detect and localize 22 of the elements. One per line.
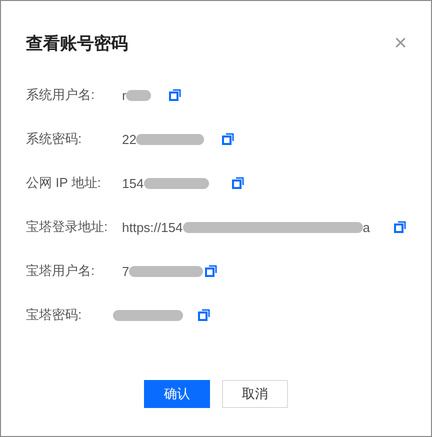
confirm-button[interactable]: 确认 [144, 380, 210, 408]
cancel-button[interactable]: 取消 [222, 380, 288, 408]
field-value: https://154 [122, 220, 183, 234]
field-label: 宝塔用户名: [26, 262, 96, 280]
field-label: 宝塔密码: [26, 306, 83, 324]
copy-icon[interactable] [205, 265, 218, 277]
field-value: a [362, 220, 370, 234]
dialog-title: 查看账号密码 [26, 32, 128, 54]
field-value: 154 [122, 176, 144, 190]
copy-icon[interactable] [394, 221, 406, 233]
field-value: r [122, 88, 126, 102]
close-button[interactable]: × [394, 33, 407, 53]
field-label: 宝塔登录地址: [26, 218, 109, 236]
field-value: 7 [122, 264, 130, 278]
copy-icon[interactable] [222, 133, 234, 145]
copy-icon[interactable] [169, 89, 182, 101]
copy-icon[interactable] [232, 177, 244, 189]
field-label: 系统密码: [26, 130, 83, 148]
field-label: 公网 IP 地址: [26, 174, 102, 192]
copy-icon[interactable] [198, 309, 210, 321]
field-label: 系统用户名: [26, 86, 96, 104]
field-value: 22 [122, 132, 136, 146]
